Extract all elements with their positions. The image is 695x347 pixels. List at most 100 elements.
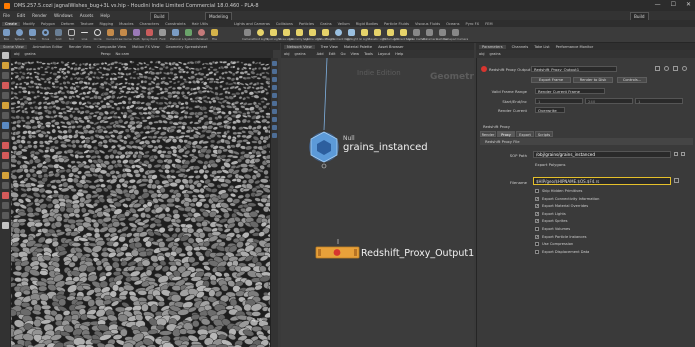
tab-asset-browser[interactable]: Asset Browser: [378, 45, 404, 49]
network-editor[interactable]: Indie Edition Geometry Null grains_insta…: [281, 58, 474, 347]
snap-tool-icon[interactable]: [2, 122, 9, 129]
export-option-checkbox[interactable]: Use Compression: [535, 242, 573, 247]
checkbox-icon[interactable]: [535, 227, 539, 231]
display-option-icon[interactable]: [272, 109, 277, 114]
section-tab-scripts[interactable]: Scripts: [535, 131, 553, 137]
export-option-checkbox[interactable]: Skip Hidden Primitives: [535, 189, 582, 193]
move-tool-icon[interactable]: [2, 72, 9, 79]
tab-scene-view[interactable]: Scene View: [0, 44, 27, 49]
display-option-icon[interactable]: [272, 133, 277, 138]
handle-tool-icon[interactable]: [2, 102, 9, 109]
tab-channels[interactable]: Channels: [512, 45, 529, 49]
tool-file[interactable]: File: [208, 28, 221, 41]
view-tool-icon[interactable]: [2, 62, 9, 69]
display-option-icon[interactable]: [272, 93, 277, 98]
tool-draw-curve[interactable]: Draw Curve: [115, 28, 132, 41]
shelf-tab[interactable]: Rigging: [97, 22, 117, 26]
checkbox-icon[interactable]: [535, 249, 539, 254]
shelf-tab[interactable]: Viscous Fluids: [412, 22, 443, 26]
shelf-tab[interactable]: Oceans: [443, 22, 462, 26]
select-mode-icon[interactable]: [2, 202, 9, 209]
start-frame-field[interactable]: 1: [535, 98, 583, 104]
shelf-tab[interactable]: Particle Fluids: [381, 22, 412, 26]
tool-box[interactable]: Box: [0, 28, 13, 41]
tab-animation-editor[interactable]: Animation Editor: [33, 45, 63, 49]
toggle-display-icon[interactable]: [2, 212, 9, 219]
close-button[interactable]: ✕: [686, 1, 691, 8]
node-chooser-icon[interactable]: [674, 152, 678, 156]
section-tab-export[interactable]: Export: [516, 131, 534, 137]
export-option-checkbox[interactable]: ✓ Export Sprites: [535, 219, 567, 224]
tool-tube[interactable]: Tube: [26, 28, 39, 41]
section-tab-render[interactable]: Render: [480, 131, 496, 137]
rotate-tool-icon[interactable]: [2, 82, 9, 89]
net-menu-view[interactable]: View: [351, 52, 360, 56]
tool-spot-light[interactable]: Spot Light: [266, 28, 281, 41]
shelf-tab[interactable]: Hair Utils: [189, 22, 211, 26]
secure-selection-icon[interactable]: [2, 132, 9, 139]
controls-button[interactable]: Controls...: [617, 77, 647, 83]
net-menu-go[interactable]: Go: [341, 52, 346, 56]
net-menu-tools[interactable]: Tools: [364, 52, 373, 56]
help-icon[interactable]: [664, 66, 669, 71]
tab-motion-fx-view[interactable]: Motion FX View: [132, 45, 160, 49]
minimize-button[interactable]: —: [655, 1, 661, 8]
valid-frame-range-select[interactable]: Render Current Frame: [535, 88, 605, 94]
menu-assets[interactable]: Assets: [80, 13, 94, 18]
tab-material-palette[interactable]: Material Palette: [344, 45, 372, 49]
shelf-tab[interactable]: Constraints: [162, 22, 189, 26]
checkbox-icon[interactable]: ✓: [535, 219, 539, 224]
tool-spray-paint[interactable]: Spray Paint: [142, 28, 157, 41]
tab-geometry-spreadsheet[interactable]: Geometry Spreadsheet: [166, 45, 208, 49]
tab-render-view[interactable]: Render View: [69, 45, 91, 49]
view-label[interactable]: Persp: [101, 52, 111, 56]
net-menu-layout[interactable]: Layout: [378, 52, 390, 56]
tool-sphere[interactable]: Sphere: [13, 28, 26, 41]
net-menu-help[interactable]: Help: [395, 52, 403, 56]
tool-vr-camera[interactable]: VR Camera: [422, 28, 437, 41]
checkbox-icon[interactable]: [535, 242, 539, 247]
filename-field[interactable]: $HIP/geo/$HIPNAME.$OS.$F4.rs: [533, 177, 671, 185]
file-browse-icon[interactable]: [674, 178, 679, 183]
export-option-checkbox[interactable]: ✓ Export Lights: [535, 211, 566, 216]
cam-label[interactable]: No cam: [116, 52, 130, 56]
select-visible-icon[interactable]: [2, 192, 9, 199]
checkbox-icon[interactable]: ✓: [535, 234, 539, 239]
maximize-button[interactable]: ☐: [671, 1, 676, 8]
null-node[interactable]: [309, 131, 339, 169]
tool-grid[interactable]: Grid: [52, 28, 65, 41]
select-groups-icon[interactable]: [2, 182, 9, 189]
shelf-tab[interactable]: Grains: [317, 22, 335, 26]
network-path-sub[interactable]: grains: [294, 52, 305, 56]
settings-icon[interactable]: [682, 66, 687, 71]
tab-take-list[interactable]: Take List: [534, 45, 549, 49]
end-frame-field[interactable]: 240: [585, 98, 633, 104]
export-option-checkbox[interactable]: Export Displacement Data: [535, 249, 589, 254]
menu-windows[interactable]: Windows: [54, 13, 73, 18]
viewport-path-sub[interactable]: grains: [24, 52, 35, 56]
shelf-tab[interactable]: Characters: [136, 22, 162, 26]
shelf-tab[interactable]: Vellum: [335, 22, 353, 26]
network-path[interactable]: obj: [284, 52, 289, 56]
tool-font[interactable]: Font: [156, 28, 169, 41]
scene-viewport[interactable]: [11, 58, 270, 347]
gear-icon[interactable]: [655, 66, 660, 71]
shelf-tab[interactable]: Rigid Bodies: [353, 22, 381, 26]
parm-path[interactable]: obj: [479, 52, 484, 56]
net-menu-add[interactable]: Add: [317, 52, 324, 56]
sop-path-field[interactable]: /obj/grains/grains_instanced: [533, 151, 671, 158]
shelf-tab[interactable]: Muscles: [116, 22, 136, 26]
redshift-node-name[interactable]: Redshift_Proxy_Output1: [361, 248, 474, 259]
select-tool-icon[interactable]: [2, 52, 9, 59]
desktop-dropdown[interactable]: Modeling: [205, 12, 233, 20]
tool-line[interactable]: Line: [78, 29, 91, 41]
render-to-disk-button[interactable]: Render to Disk: [573, 77, 613, 83]
export-frame-button[interactable]: Export Frame: [531, 77, 571, 83]
build-dropdown[interactable]: Build: [150, 12, 169, 20]
tab-tree-view[interactable]: Tree View: [321, 45, 338, 49]
inc-frame-field[interactable]: 1: [635, 98, 683, 104]
tool-circle[interactable]: Circle: [91, 28, 104, 41]
display-option-icon[interactable]: [272, 61, 277, 66]
pose-tool-icon[interactable]: [2, 112, 9, 119]
net-menu-edit[interactable]: Edit: [329, 52, 336, 56]
